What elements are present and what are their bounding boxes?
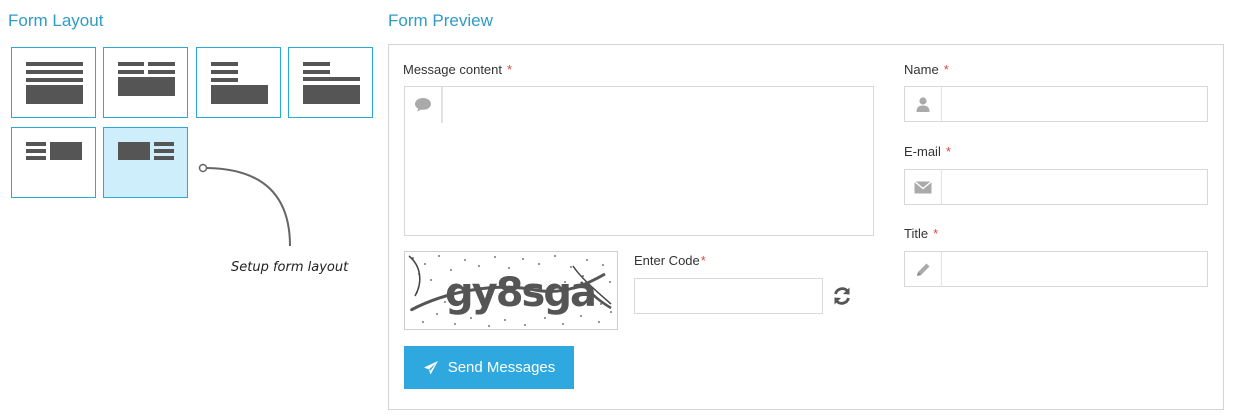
name-input[interactable]: [943, 87, 1207, 121]
required-mark: *: [933, 226, 939, 241]
comment-icon: [405, 87, 442, 123]
layout-option-6[interactable]: [103, 127, 188, 198]
send-messages-button[interactable]: Send Messages: [404, 346, 574, 389]
layout-3-icon: [211, 62, 268, 104]
captcha-text: gy8sga: [445, 270, 595, 316]
layout-5-icon: [26, 142, 82, 160]
layout-option-3[interactable]: [196, 47, 281, 118]
name-label: Name *: [904, 62, 949, 77]
required-mark: *: [507, 62, 513, 77]
captcha-code-input[interactable]: [635, 279, 822, 313]
form-preview-title: Form Preview: [388, 11, 493, 30]
user-icon: [905, 87, 942, 121]
message-content-field[interactable]: [404, 86, 874, 236]
layout-option-4[interactable]: [288, 47, 373, 118]
annotation-pointer: [198, 163, 291, 247]
envelope-icon: [905, 170, 942, 204]
title-input[interactable]: [943, 252, 1207, 286]
email-label: E-mail *: [904, 144, 951, 159]
name-field[interactable]: [904, 86, 1208, 122]
title-field[interactable]: [904, 251, 1208, 287]
layout-1-icon: [26, 62, 83, 104]
message-content-label: Message content *: [403, 62, 513, 77]
enter-code-label: Enter Code*: [634, 253, 706, 268]
refresh-icon[interactable]: [831, 285, 853, 307]
title-label: Title *: [904, 226, 939, 241]
email-input[interactable]: [943, 170, 1207, 204]
message-textarea[interactable]: [443, 87, 873, 235]
layout-option-1[interactable]: [11, 47, 96, 118]
paper-plane-icon: [423, 360, 439, 376]
required-mark: *: [700, 253, 706, 268]
email-field[interactable]: [904, 169, 1208, 205]
annotation-text: Setup form layout: [231, 260, 349, 275]
layout-4-icon: [303, 62, 360, 104]
layout-2-icon: [118, 62, 175, 96]
required-mark: *: [943, 62, 949, 77]
layout-6-icon: [118, 142, 174, 160]
send-messages-label: Send Messages: [447, 359, 556, 376]
pencil-icon: [905, 252, 942, 286]
layout-option-2[interactable]: [103, 47, 188, 118]
form-layout-title: Form Layout: [8, 11, 104, 30]
captcha-code-field[interactable]: [634, 278, 823, 314]
required-mark: *: [945, 144, 951, 159]
layout-option-5[interactable]: [11, 127, 96, 198]
captcha-image: gy8sga: [404, 251, 618, 330]
